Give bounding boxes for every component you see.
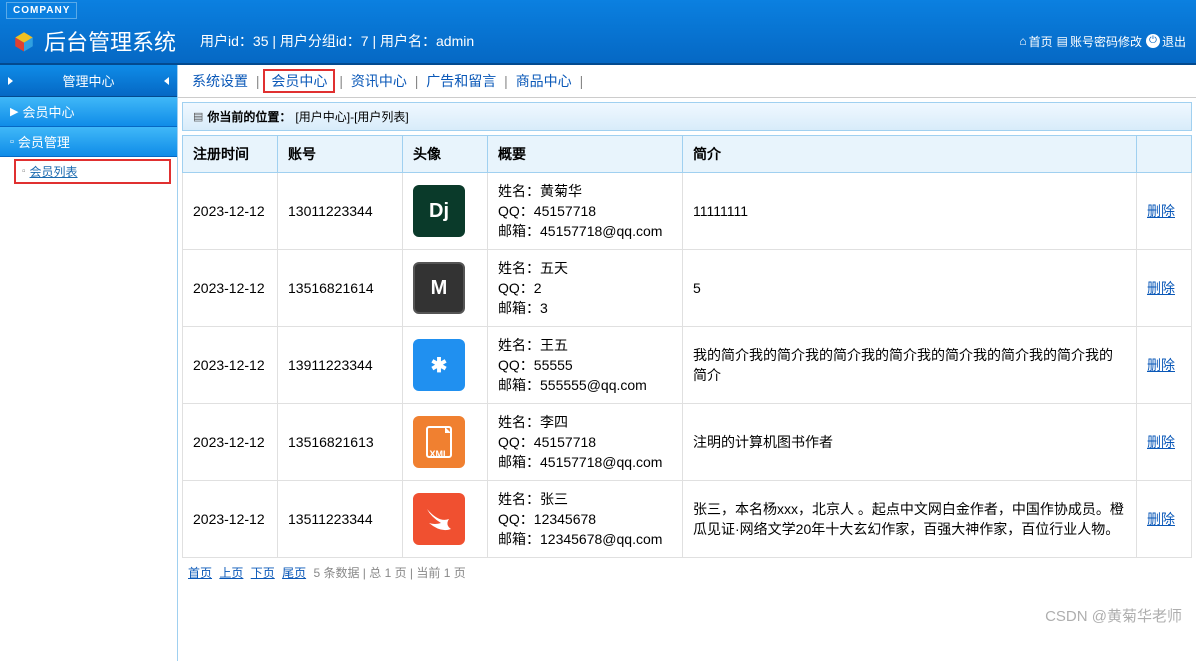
page-last[interactable]: 尾页 bbox=[282, 566, 306, 580]
password-link[interactable]: ▤账号密码修改 bbox=[1057, 33, 1142, 50]
cell-op: 删除 bbox=[1137, 173, 1192, 250]
col-avatar: 头像 bbox=[403, 136, 488, 173]
cell-summary: 姓名：李四 QQ：45157718 邮箱：45157718@qq.com bbox=[488, 404, 683, 481]
home-icon: ⌂ bbox=[1019, 34, 1026, 48]
tab-news[interactable]: 资讯中心 bbox=[347, 73, 411, 89]
exit-link[interactable]: ⏻退出 bbox=[1146, 33, 1186, 50]
cell-account: 13516821613 bbox=[278, 404, 403, 481]
sidebar-header: 管理中心 bbox=[0, 65, 177, 97]
power-icon: ⏻ bbox=[1146, 34, 1160, 48]
avatar-m-icon: M bbox=[413, 262, 465, 314]
tab-system[interactable]: 系统设置 bbox=[188, 73, 252, 89]
cell-op: 删除 bbox=[1137, 327, 1192, 404]
avatar-xml-icon: XML bbox=[413, 416, 465, 468]
doc-icon: ▤ bbox=[193, 110, 203, 123]
content-area: 系统设置 | 会员中心 | 资讯中心 | 广告和留言 | 商品中心 | ▤ 你当… bbox=[178, 65, 1196, 661]
top-tabs: 系统设置 | 会员中心 | 资讯中心 | 广告和留言 | 商品中心 | bbox=[178, 65, 1196, 98]
table-row: 2023-12-1213911223344✱ 姓名：王五 QQ：55555 邮箱：… bbox=[183, 327, 1192, 404]
cell-reg-time: 2023-12-12 bbox=[183, 327, 278, 404]
cell-account: 13911223344 bbox=[278, 327, 403, 404]
system-title: 后台管理系统 bbox=[44, 25, 176, 57]
page-next[interactable]: 下页 bbox=[251, 566, 275, 580]
page-icon: ▫ bbox=[10, 136, 14, 148]
page-icon: ▫ bbox=[22, 166, 26, 177]
cell-op: 删除 bbox=[1137, 250, 1192, 327]
avatar-swift-icon bbox=[413, 493, 465, 545]
cell-reg-time: 2023-12-12 bbox=[183, 173, 278, 250]
cell-summary: 姓名：王五 QQ：55555 邮箱：555555@qq.com bbox=[488, 327, 683, 404]
page-prev[interactable]: 上页 bbox=[219, 566, 243, 580]
cell-intro: 张三，本名杨xxx，北京人 。起点中文网白金作者，中国作协成员。橙瓜见证·网络文… bbox=[683, 481, 1137, 558]
table-row: 2023-12-1213511223344 姓名：张三 QQ：12345678 邮… bbox=[183, 481, 1192, 558]
table-row: 2023-12-1213516821613XML 姓名：李四 QQ：4515771… bbox=[183, 404, 1192, 481]
table-row: 2023-12-1213011223344Dj 姓名：黄菊华 QQ：4515771… bbox=[183, 173, 1192, 250]
cell-avatar bbox=[403, 481, 488, 558]
logo-icon bbox=[10, 27, 38, 55]
page-first[interactable]: 首页 bbox=[188, 566, 212, 580]
tab-member[interactable]: 会员中心 bbox=[263, 69, 335, 93]
cell-reg-time: 2023-12-12 bbox=[183, 481, 278, 558]
cell-intro: 5 bbox=[683, 250, 1137, 327]
company-tag: COMPANY bbox=[6, 2, 77, 19]
cell-account: 13011223344 bbox=[278, 173, 403, 250]
sidebar-section-member-manage[interactable]: ▫ 会员管理 bbox=[0, 127, 177, 157]
sidebar: 管理中心 ▶ 会员中心 ▫ 会员管理 ▫ 会员列表 bbox=[0, 65, 178, 661]
col-intro: 简介 bbox=[683, 136, 1137, 173]
cell-account: 13516821614 bbox=[278, 250, 403, 327]
cell-summary: 姓名：张三 QQ：12345678 邮箱：12345678@qq.com bbox=[488, 481, 683, 558]
delete-link[interactable]: 删除 bbox=[1147, 203, 1175, 219]
user-info: 用户id：35 | 用户分组id：7 | 用户名：admin bbox=[200, 31, 1019, 51]
header-bar: COMPANY 后台管理系统 用户id：35 | 用户分组id：7 | 用户名：… bbox=[0, 0, 1196, 65]
delete-link[interactable]: 删除 bbox=[1147, 511, 1175, 527]
breadcrumb: ▤ 你当前的位置： [用户中心]-[用户列表] bbox=[182, 102, 1192, 131]
cell-op: 删除 bbox=[1137, 404, 1192, 481]
cell-avatar: ✱ bbox=[403, 327, 488, 404]
cell-intro: 我的简介我的简介我的简介我的简介我的简介我的简介我的简介我的简介 bbox=[683, 327, 1137, 404]
pagination: 首页 上页 下页 尾页 5 条数据 | 总 1 页 | 当前 1 页 bbox=[178, 558, 1196, 587]
cell-op: 删除 bbox=[1137, 481, 1192, 558]
cell-intro: 11111111 bbox=[683, 173, 1137, 250]
col-op bbox=[1137, 136, 1192, 173]
member-table: 注册时间 账号 头像 概要 简介 2023-12-1213011223344Dj… bbox=[182, 135, 1192, 558]
delete-link[interactable]: 删除 bbox=[1147, 434, 1175, 450]
triangle-icon: ▶ bbox=[10, 105, 18, 118]
cell-avatar: XML bbox=[403, 404, 488, 481]
tab-ads[interactable]: 广告和留言 bbox=[422, 73, 500, 89]
cell-intro: 注明的计算机图书作者 bbox=[683, 404, 1137, 481]
page-info: 5 条数据 | 总 1 页 | 当前 1 页 bbox=[313, 566, 465, 580]
cell-avatar: Dj bbox=[403, 173, 488, 250]
col-summary: 概要 bbox=[488, 136, 683, 173]
cell-summary: 姓名：黄菊华 QQ：45157718 邮箱：45157718@qq.com bbox=[488, 173, 683, 250]
col-account: 账号 bbox=[278, 136, 403, 173]
delete-link[interactable]: 删除 bbox=[1147, 280, 1175, 296]
tab-goods[interactable]: 商品中心 bbox=[512, 73, 576, 89]
cell-summary: 姓名：五天 QQ：2 邮箱：3 bbox=[488, 250, 683, 327]
list-icon: ▤ bbox=[1057, 34, 1068, 48]
cell-reg-time: 2023-12-12 bbox=[183, 404, 278, 481]
avatar-star-icon: ✱ bbox=[413, 339, 465, 391]
col-reg-time: 注册时间 bbox=[183, 136, 278, 173]
cell-reg-time: 2023-12-12 bbox=[183, 250, 278, 327]
cell-account: 13511223344 bbox=[278, 481, 403, 558]
table-row: 2023-12-1213516821614M 姓名：五天 QQ：2 邮箱：35 删除 bbox=[183, 250, 1192, 327]
sidebar-item-member-list[interactable]: ▫ 会员列表 bbox=[14, 159, 171, 184]
sidebar-section-member-center[interactable]: ▶ 会员中心 bbox=[0, 97, 177, 127]
home-link[interactable]: ⌂首页 bbox=[1019, 33, 1052, 50]
cell-avatar: M bbox=[403, 250, 488, 327]
delete-link[interactable]: 删除 bbox=[1147, 357, 1175, 373]
avatar-dj-icon: Dj bbox=[413, 185, 465, 237]
